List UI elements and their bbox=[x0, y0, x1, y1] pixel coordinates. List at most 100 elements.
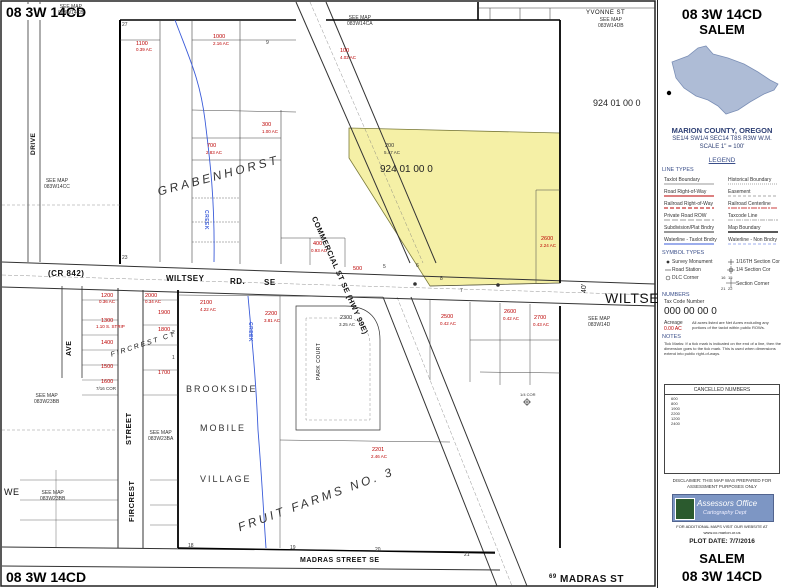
lot-2300: 2300 bbox=[340, 315, 353, 321]
lot-2500: 2500 bbox=[441, 314, 454, 320]
legend-title: LEGEND bbox=[708, 157, 736, 164]
lot-2700: 2700 bbox=[534, 315, 547, 321]
lot-100: 100 bbox=[340, 48, 350, 54]
lot-2100: 2100 bbox=[200, 300, 213, 306]
acreage-value: 0.00 AC bbox=[664, 326, 682, 332]
notes-title: NOTES bbox=[662, 334, 681, 340]
logo-badge bbox=[675, 498, 695, 520]
location-marker bbox=[666, 90, 672, 96]
disclaimer: DISCLAIMER: THIS MAP WAS PREPARED FOR AS… bbox=[672, 478, 772, 489]
lot-300-ac: 1.00 AC bbox=[262, 129, 279, 134]
line-type-samples bbox=[664, 183, 778, 245]
lot-2100-ac: 4.22 AC bbox=[200, 307, 217, 312]
lot-1500: 1500 bbox=[101, 364, 114, 370]
notes-text: Tick Marks: If a tick mark is indicated … bbox=[664, 341, 782, 356]
logo-line1: Assessors Office bbox=[697, 499, 758, 508]
cancelled-title-rule bbox=[665, 394, 779, 395]
tick-2: 2 bbox=[172, 330, 175, 336]
lot-400-ac: 0.93 AC bbox=[311, 248, 328, 253]
highlight-taxcode: 924 01 00 0 bbox=[380, 164, 433, 175]
tax-map-page: 08 3W 14CD 08 3W 14CD COMMERCIAL ST SE (… bbox=[0, 0, 786, 588]
lot-1800: 1800 bbox=[158, 327, 171, 333]
lot-300: 300 bbox=[262, 122, 272, 128]
cancelled-box: CANCELLED NUMBERS 600 800 1900 2200 1200… bbox=[664, 384, 780, 474]
tick-7: 7 bbox=[460, 288, 463, 294]
lot-1200-ac: 0.36 AC bbox=[99, 299, 116, 304]
street-wiltse-right: WILTSE bbox=[605, 290, 660, 306]
tick-21: 21 bbox=[464, 552, 470, 558]
logo-line2: Cartography Dept bbox=[703, 510, 747, 516]
panel-bottom-city: SALEM bbox=[699, 551, 745, 566]
symbol-samples bbox=[665, 259, 736, 288]
dimension-40: 40' bbox=[581, 283, 588, 293]
see-map-lower-center: SEE MAP 083W23BA bbox=[148, 430, 174, 442]
street-street: STREET bbox=[124, 412, 133, 445]
county-map-icon bbox=[666, 45, 779, 115]
lot-1700: 1700 bbox=[158, 370, 171, 376]
street-creek-north: CREEK bbox=[203, 210, 209, 231]
street-rd: RD. bbox=[230, 277, 246, 286]
lot-700: 700 bbox=[207, 143, 217, 149]
lot-2300-ac: 3.25 AC bbox=[339, 322, 356, 327]
lot-1000-ac: 2.16 AC bbox=[213, 41, 230, 46]
title-panel: 08 3W 14CD SALEM MARION COUNTY, OREGON S… bbox=[658, 0, 786, 588]
lot-100-ac: 4.02 AC bbox=[340, 55, 357, 60]
panel-section: SE1/4 SW1/4 SEC14 T8S R3W W.M. bbox=[672, 136, 772, 142]
tick-5: 5 bbox=[383, 264, 386, 270]
lot-2200: 2200 bbox=[265, 311, 278, 317]
lot-2201: 2201 bbox=[372, 447, 385, 453]
street-se: SE bbox=[264, 278, 276, 287]
quarter-cor: 1/4 COR bbox=[520, 392, 536, 397]
see-map-top-left: SEE MAP 083W14CB bbox=[58, 4, 84, 16]
lot-1300-ac: 1.10 S. STRIP bbox=[96, 324, 125, 329]
ne-taxcode: 924 01 00 0 bbox=[593, 98, 641, 108]
street-cr842: (CR 842) bbox=[48, 269, 85, 278]
lot-1400: 1400 bbox=[101, 340, 114, 346]
plot-date: PLOT DATE: 7/7/2016 bbox=[689, 538, 755, 545]
tick-1: 1 bbox=[172, 355, 175, 361]
street-drive: DRIVE bbox=[30, 132, 37, 155]
street-creek-south: CREEK bbox=[247, 322, 253, 343]
tick-9: 9 bbox=[266, 40, 269, 46]
lot-2600a: 2600 bbox=[541, 236, 554, 242]
website[interactable]: www.co.marion.or.us bbox=[658, 530, 786, 535]
tick-8: 8 bbox=[440, 276, 443, 282]
cancelled-5: 2400 bbox=[671, 421, 680, 426]
lot-1900: 1900 bbox=[158, 310, 171, 316]
taxcode-value: 000 00 00 0 bbox=[664, 306, 717, 317]
panel-title-id: 08 3W 14CD bbox=[681, 6, 763, 22]
street-ave: AVE bbox=[66, 340, 73, 356]
street-madras-right: MADRAS ST bbox=[560, 574, 624, 585]
panel-bottom-id: 08 3W 14CD bbox=[681, 568, 763, 584]
tick-18: 18 bbox=[188, 543, 194, 549]
lot-2000-ac: 0.34 AC bbox=[145, 299, 162, 304]
lot-700-ac: 2.83 AC bbox=[206, 150, 223, 155]
area-mobile: MOBILE bbox=[200, 423, 247, 433]
see-map-lower-left: SEE MAP 083W23BB bbox=[34, 393, 60, 405]
lot-1600: 1600 bbox=[101, 379, 114, 385]
lot-200: 200 bbox=[385, 143, 395, 149]
map-id-bottom-left: 08 3W 14CD bbox=[4, 569, 89, 585]
lot-2200-ac: 3.81 AC bbox=[264, 318, 281, 323]
assessor-logo: Assessors Office Cartography Dept bbox=[672, 494, 774, 522]
street-madras: MADRAS STREET SE bbox=[300, 557, 380, 564]
taxcode-label: Tax Code Number bbox=[664, 299, 705, 305]
tick-27: 27 bbox=[122, 22, 128, 28]
lot-400: 400 bbox=[313, 241, 323, 247]
lot-1600-ac: 7/16 COR bbox=[96, 386, 117, 391]
street-yvonne: YVONNE ST bbox=[586, 10, 626, 16]
panel-county: MARION COUNTY, OREGON bbox=[671, 126, 773, 135]
lot-2500-ac: 0.42 AC bbox=[440, 321, 457, 326]
panel-scale: SCALE 1" = 100' bbox=[699, 144, 745, 150]
numbers-title: NUMBERS bbox=[662, 292, 690, 298]
see-map-right: SEE MAP 083W14D bbox=[588, 316, 611, 328]
street-num-69: 69 bbox=[549, 574, 557, 580]
lot-2700-ac: 0.43 AC bbox=[533, 322, 550, 327]
tick-20: 20 bbox=[375, 547, 381, 553]
line-types-title: LINE TYPES bbox=[662, 167, 694, 173]
see-map-bottom-left: SEE MAP 083W23BB bbox=[40, 490, 66, 502]
tick-23: 23 bbox=[122, 255, 128, 261]
lot-2600b: 2600 bbox=[504, 309, 517, 315]
additional-maps: FOR ADDITIONAL MAPS VISIT OUR WEBSITE AT bbox=[676, 524, 768, 529]
street-fircrest: FIRCREST bbox=[127, 480, 136, 523]
